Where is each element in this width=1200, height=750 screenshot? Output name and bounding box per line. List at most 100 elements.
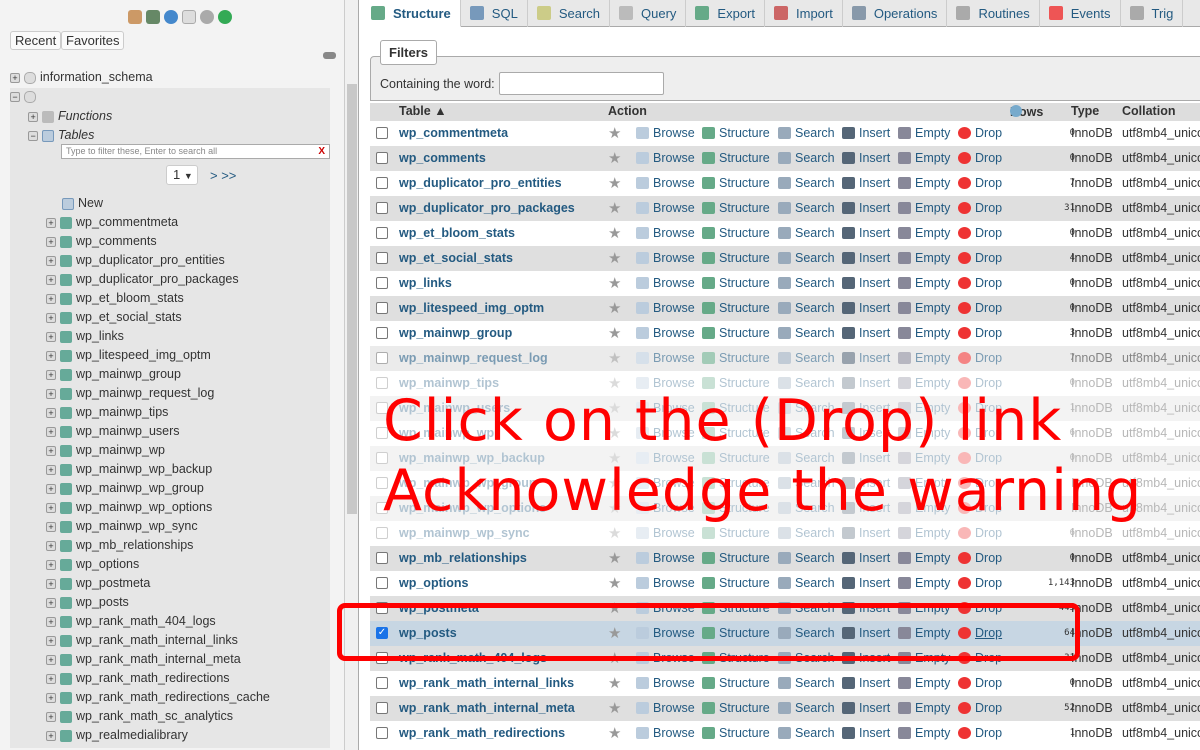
sidebar-table-item[interactable]: + wp_rank_math_internal_links: [46, 631, 238, 649]
empty-link[interactable]: Empty: [898, 296, 950, 321]
insert-link[interactable]: Insert: [842, 671, 890, 696]
browse-link[interactable]: Browse: [636, 171, 695, 196]
expand-icon[interactable]: +: [46, 730, 56, 741]
search-link[interactable]: Search: [778, 171, 835, 196]
tree-functions[interactable]: + Functions: [28, 107, 112, 125]
tab-query[interactable]: Query: [610, 0, 687, 27]
insert-link[interactable]: Insert: [842, 696, 890, 721]
expand-icon[interactable]: +: [46, 388, 56, 399]
expand-icon[interactable]: +: [46, 711, 56, 722]
expand-icon[interactable]: +: [46, 673, 56, 684]
row-checkbox[interactable]: [376, 252, 388, 264]
sidebar-table-item[interactable]: + wp_commentmeta: [46, 213, 178, 231]
drop-link[interactable]: Drop: [958, 246, 1002, 271]
search-link[interactable]: Search: [778, 546, 835, 571]
star-icon[interactable]: ★: [608, 296, 621, 321]
expand-icon[interactable]: +: [46, 464, 56, 475]
sidebar-scrollbar-thumb[interactable]: [347, 84, 357, 514]
recent-button[interactable]: Recent: [10, 31, 62, 50]
row-checkbox[interactable]: [376, 152, 388, 164]
star-icon[interactable]: ★: [608, 146, 621, 171]
empty-link[interactable]: Empty: [898, 121, 950, 146]
browse-link[interactable]: Browse: [636, 346, 695, 371]
gear-icon[interactable]: [200, 10, 214, 24]
search-link[interactable]: Search: [778, 271, 835, 296]
row-checkbox[interactable]: [376, 227, 388, 239]
sidebar-table-item[interactable]: + wp_rank_math_internal_meta: [46, 650, 241, 668]
sidebar-table-item[interactable]: + wp_rank_math_sc_analytics: [46, 707, 233, 725]
expand-icon[interactable]: +: [46, 312, 56, 323]
sidebar-table-item[interactable]: + wp_duplicator_pro_entities: [46, 251, 225, 269]
row-checkbox[interactable]: [376, 202, 388, 214]
empty-link[interactable]: Empty: [898, 171, 950, 196]
insert-link[interactable]: Insert: [842, 346, 890, 371]
empty-link[interactable]: Empty: [898, 546, 950, 571]
structure-link[interactable]: Structure: [702, 571, 770, 596]
table-name-link[interactable]: wp_et_bloom_stats: [399, 221, 515, 246]
expand-icon[interactable]: +: [46, 369, 56, 380]
drop-link[interactable]: Drop: [958, 321, 1002, 346]
table-name-link[interactable]: wp_options: [399, 571, 468, 596]
insert-link[interactable]: Insert: [842, 271, 890, 296]
header-table[interactable]: Table ▲: [399, 104, 447, 118]
table-name-link[interactable]: wp_duplicator_pro_packages: [399, 196, 575, 221]
structure-link[interactable]: Structure: [702, 221, 770, 246]
search-link[interactable]: Search: [778, 196, 835, 221]
empty-link[interactable]: Empty: [898, 246, 950, 271]
star-icon[interactable]: ★: [608, 571, 621, 596]
insert-link[interactable]: Insert: [842, 171, 890, 196]
drop-link[interactable]: Drop: [958, 671, 1002, 696]
expand-icon[interactable]: +: [46, 692, 56, 703]
table-name-link[interactable]: wp_rank_math_redirections: [399, 721, 565, 746]
structure-link[interactable]: Structure: [702, 246, 770, 271]
sidebar-table-item[interactable]: + wp_mb_relationships: [46, 536, 193, 554]
next-page-link[interactable]: > >>: [210, 168, 236, 183]
star-icon[interactable]: ★: [608, 171, 621, 196]
table-name-link[interactable]: wp_litespeed_img_optm: [399, 296, 544, 321]
row-checkbox[interactable]: [376, 577, 388, 589]
browse-link[interactable]: Browse: [636, 696, 695, 721]
expand-icon[interactable]: +: [46, 236, 56, 247]
structure-link[interactable]: Structure: [702, 521, 770, 546]
browse-link[interactable]: Browse: [636, 221, 695, 246]
expand-icon[interactable]: +: [46, 483, 56, 494]
tab-routines[interactable]: Routines: [947, 0, 1040, 27]
tab-events[interactable]: Events: [1040, 0, 1121, 27]
insert-link[interactable]: Insert: [842, 246, 890, 271]
insert-link[interactable]: Insert: [842, 196, 890, 221]
expand-icon[interactable]: +: [46, 407, 56, 418]
structure-link[interactable]: Structure: [702, 296, 770, 321]
row-checkbox[interactable]: [376, 677, 388, 689]
sidebar-table-item[interactable]: + wp_comments: [46, 232, 157, 250]
sidebar-table-item[interactable]: + wp_mainwp_wp_group: [46, 479, 204, 497]
sidebar-table-item[interactable]: + wp_duplicator_pro_packages: [46, 270, 239, 288]
expand-icon[interactable]: +: [46, 654, 56, 665]
structure-link[interactable]: Structure: [702, 321, 770, 346]
star-icon[interactable]: ★: [608, 721, 621, 746]
sidebar-table-item[interactable]: + wp_rank_math_404_logs: [46, 612, 216, 630]
row-checkbox[interactable]: [376, 702, 388, 714]
favorites-button[interactable]: Favorites: [61, 31, 125, 50]
expand-icon[interactable]: +: [46, 502, 56, 513]
browse-link[interactable]: Browse: [636, 121, 695, 146]
tab-export[interactable]: Export: [686, 0, 765, 27]
search-link[interactable]: Search: [778, 671, 835, 696]
search-link[interactable]: Search: [778, 346, 835, 371]
star-icon[interactable]: ★: [608, 221, 621, 246]
browse-link[interactable]: Browse: [636, 571, 695, 596]
empty-link[interactable]: Empty: [898, 146, 950, 171]
table-name-link[interactable]: wp_duplicator_pro_entities: [399, 171, 562, 196]
browse-link[interactable]: Browse: [636, 271, 695, 296]
browse-link[interactable]: Browse: [636, 671, 695, 696]
insert-link[interactable]: Insert: [842, 296, 890, 321]
sidebar-table-item[interactable]: + wp_rank_math_redirections: [46, 669, 230, 687]
tree-tables[interactable]: − Tables: [28, 126, 94, 144]
star-icon[interactable]: ★: [608, 121, 621, 146]
search-link[interactable]: Search: [778, 296, 835, 321]
drop-link[interactable]: Drop: [958, 571, 1002, 596]
search-link[interactable]: Search: [778, 721, 835, 746]
sidebar-table-item[interactable]: + wp_litespeed_img_optm: [46, 346, 211, 364]
search-link[interactable]: Search: [778, 521, 835, 546]
reload-icon[interactable]: [218, 10, 232, 24]
page-select[interactable]: 1 ▼: [166, 165, 198, 185]
